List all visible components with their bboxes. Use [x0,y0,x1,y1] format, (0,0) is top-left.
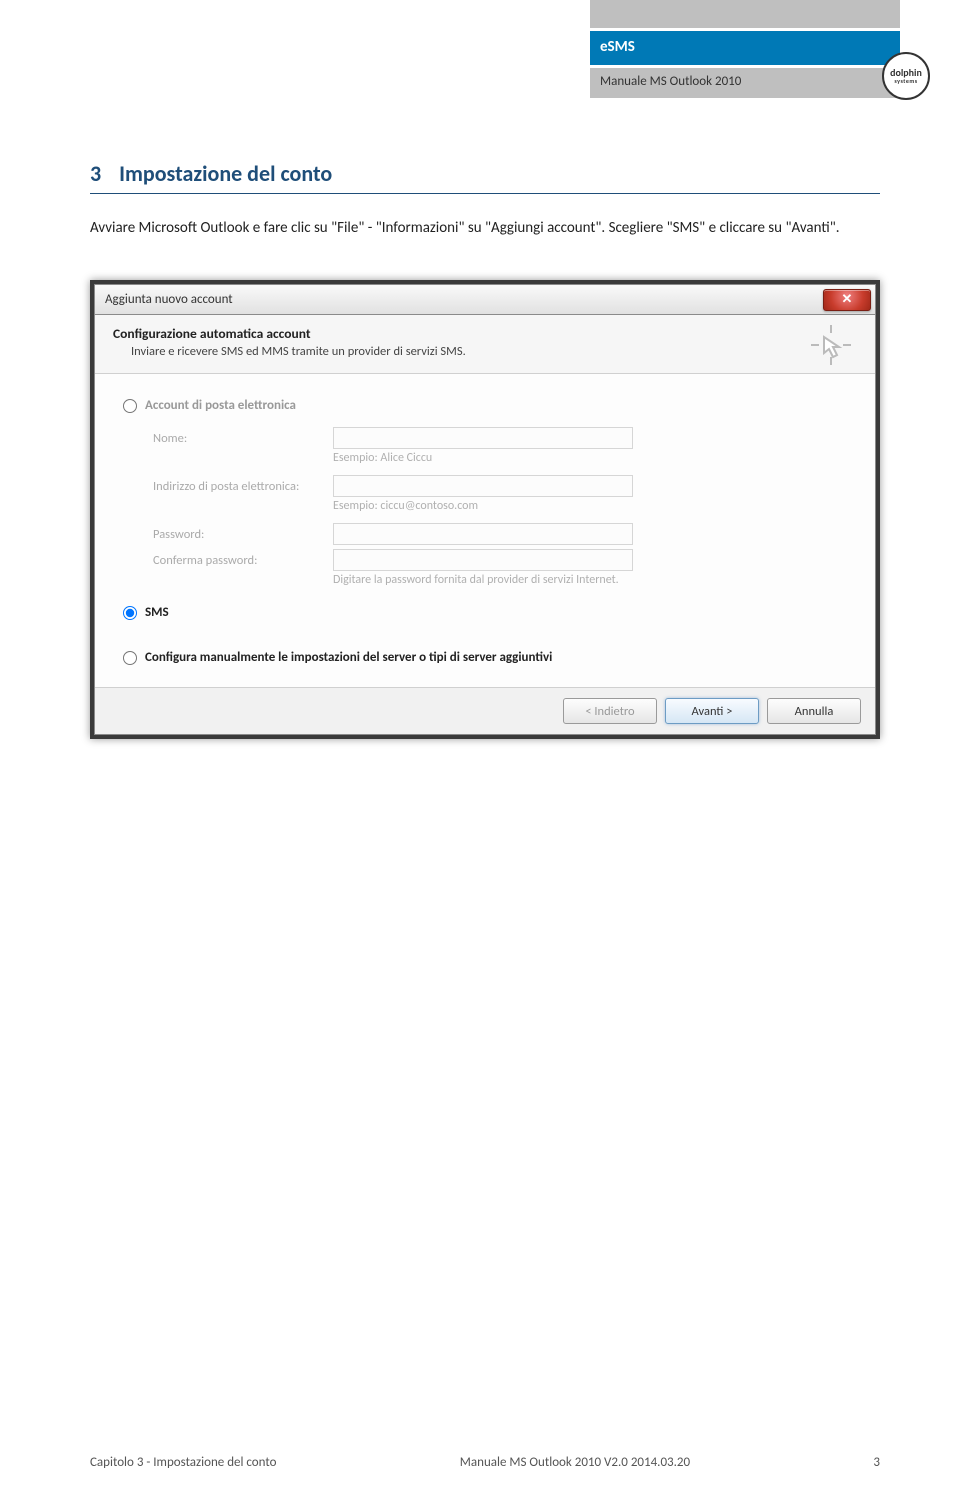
close-button[interactable]: ✕ [823,289,871,311]
radio-email-input[interactable] [123,399,137,413]
radio-sms-label: SMS [145,605,169,620]
dialog-window-title: Aggiunta nuovo account [105,292,233,307]
radio-email-label: Account di posta elettronica [145,398,296,413]
password-hint: Digitare la password fornita dal provide… [333,573,847,587]
radio-sms[interactable]: SMS [123,605,847,620]
page-header: eSMS Manuale MS Outlook 2010 dolphin sys… [0,0,960,100]
cursor-arrow-icon [809,323,853,367]
name-input[interactable] [333,427,633,449]
footer-left: Capitolo 3 - Impostazione del conto [90,1455,276,1470]
section-title: Impostazione del conto [119,160,332,187]
header-product: eSMS [590,31,900,65]
footer-page-number: 3 [873,1455,880,1470]
radio-manual-label: Configura manualmente le impostazioni de… [145,650,552,665]
close-icon: ✕ [842,292,853,307]
dialog-header-title: Configurazione automatica account [113,325,857,342]
back-button[interactable]: < Indietro [563,698,657,724]
radio-manual[interactable]: Configura manualmente le impostazioni de… [123,650,847,665]
password-input[interactable] [333,523,633,545]
logo-line2: systems [894,78,917,84]
header-bar-top [590,0,900,28]
name-label: Nome: [153,431,333,446]
dialog-titlebar: Aggiunta nuovo account ✕ [94,284,876,314]
dialog-button-row: < Indietro Avanti > Annulla [95,687,875,734]
dialog-body: Configurazione automatica account Inviar… [94,314,876,735]
body-paragraph: Avviare Microsoft Outlook e fare clic su… [90,216,880,240]
next-button[interactable]: Avanti > [665,698,759,724]
dialog-form: Account di posta elettronica Nome: Esemp… [95,374,875,687]
confirm-input[interactable] [333,549,633,571]
email-label: Indirizzo di posta elettronica: [153,479,333,494]
dialog-header: Configurazione automatica account Inviar… [95,315,875,374]
password-label: Password: [153,527,333,542]
cancel-button[interactable]: Annulla [767,698,861,724]
header-subtitle: Manuale MS Outlook 2010 [590,68,900,98]
dolphin-logo: dolphin systems [882,52,930,100]
email-hint: Esempio: ciccu@contoso.com [333,499,847,513]
section-number: 3 [90,160,101,187]
section-heading: 3 Impostazione del conto [90,160,880,194]
radio-email-account[interactable]: Account di posta elettronica [123,398,847,413]
confirm-label: Conferma password: [153,553,333,568]
radio-sms-input[interactable] [123,606,137,620]
dialog-window: Aggiunta nuovo account ✕ Configurazione … [90,280,880,739]
page-footer: Capitolo 3 - Impostazione del conto Manu… [0,1455,960,1470]
name-hint: Esempio: Alice Ciccu [333,451,847,465]
email-input[interactable] [333,475,633,497]
email-form-fields: Nome: Esempio: Alice Ciccu Indirizzo di … [153,427,847,587]
footer-center: Manuale MS Outlook 2010 V2.0 2014.03.20 [460,1455,690,1470]
dialog-header-subtitle: Inviare e ricevere SMS ed MMS tramite un… [131,344,857,359]
radio-manual-input[interactable] [123,651,137,665]
